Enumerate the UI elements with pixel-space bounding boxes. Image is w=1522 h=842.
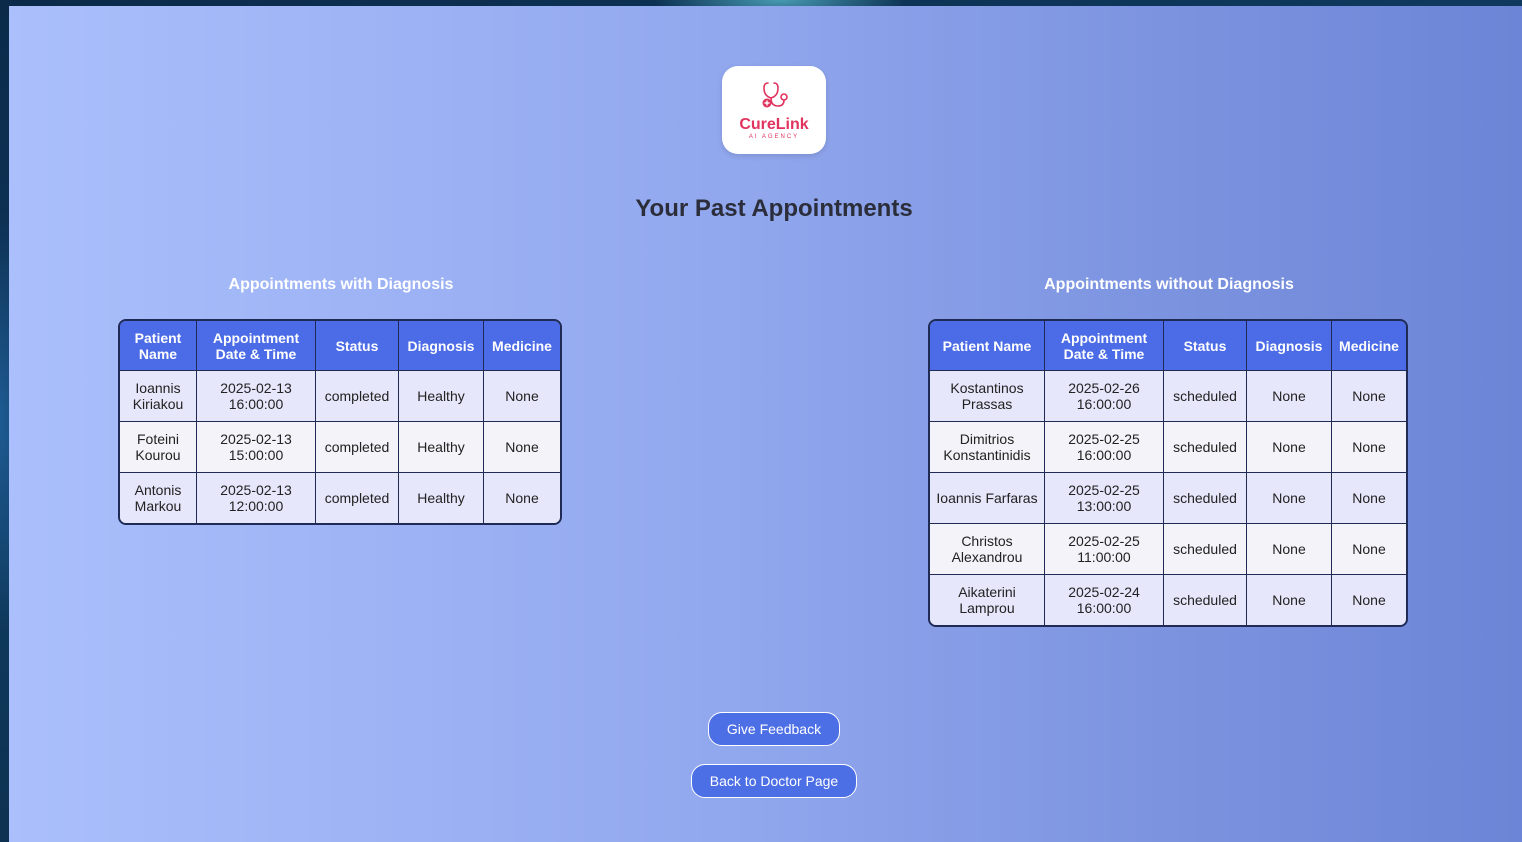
cell-patient-name: Ioannis Farfaras [930,473,1045,524]
cell-medicine: None [484,371,560,422]
table-row: Antonis Markou 2025-02-13 12:00:00 compl… [120,473,560,523]
cell-status: scheduled [1164,524,1247,575]
section-title-without-diagnosis: Appointments without Diagnosis [1044,276,1294,293]
table-row: Kostantinos Prassas 2025-02-26 16:00:00 … [930,371,1406,422]
cell-patient-name: Christos Alexandrou [930,524,1045,575]
cell-status: scheduled [1164,422,1247,473]
page-container: CureLink AI AGENCY Your Past Appointment… [9,6,1522,842]
table-without-diagnosis: Patient Name Appointment Date & Time Sta… [928,319,1408,627]
cell-medicine: None [1332,371,1406,422]
table-row: Aikaterini Lamprou 2025-02-24 16:00:00 s… [930,575,1406,625]
cell-appointment-date-time: 2025-02-13 12:00:00 [197,473,316,523]
table-row: Ioannis Farfaras 2025-02-25 13:00:00 sch… [930,473,1406,524]
cell-medicine: None [1332,473,1406,524]
curelink-logo: CureLink AI AGENCY [722,66,826,154]
column-header-status: Status [1164,321,1247,371]
cell-status: scheduled [1164,575,1247,625]
table-header-row: Patient Name Appointment Date & Time Sta… [930,321,1406,371]
stethoscope-icon [762,82,788,108]
cell-patient-name: Dimitrios Konstantinidis [930,422,1045,473]
table-row: Christos Alexandrou 2025-02-25 11:00:00 … [930,524,1406,575]
cell-patient-name: Foteini Kourou [120,422,197,473]
table-row: Dimitrios Konstantinidis 2025-02-25 16:0… [930,422,1406,473]
cell-patient-name: Kostantinos Prassas [930,371,1045,422]
cell-diagnosis: None [1247,524,1332,575]
column-header-diagnosis: Diagnosis [399,321,484,371]
section-title-with-diagnosis: Appointments with Diagnosis [228,276,454,293]
column-header-appointment-date-time: Appointment Date & Time [1045,321,1164,371]
cell-medicine: None [484,473,560,523]
logo-name: CureLink [739,116,809,133]
column-header-appointment-date-time: Appointment Date & Time [197,321,316,371]
cell-diagnosis: Healthy [399,473,484,523]
give-feedback-button[interactable]: Give Feedback [708,712,840,746]
cell-patient-name: Aikaterini Lamprou [930,575,1045,625]
cell-appointment-date-time: 2025-02-25 13:00:00 [1045,473,1164,524]
cell-diagnosis: Healthy [399,422,484,473]
cell-diagnosis: None [1247,371,1332,422]
table-row: Ioannis Kiriakou 2025-02-13 16:00:00 com… [120,371,560,422]
cell-medicine: None [1332,422,1406,473]
cell-patient-name: Antonis Markou [120,473,197,523]
cell-medicine: None [1332,524,1406,575]
cell-status: completed [316,473,399,523]
cell-diagnosis: None [1247,575,1332,625]
cell-diagnosis: None [1247,473,1332,524]
logo-tagline: AI AGENCY [748,134,800,140]
cell-appointment-date-time: 2025-02-13 15:00:00 [197,422,316,473]
table-header-row: Patient Name Appointment Date & Time Sta… [120,321,560,371]
column-header-diagnosis: Diagnosis [1247,321,1332,371]
cell-appointment-date-time: 2025-02-25 16:00:00 [1045,422,1164,473]
cell-status: scheduled [1164,371,1247,422]
column-header-status: Status [316,321,399,371]
cell-medicine: None [1332,575,1406,625]
cell-diagnosis: Healthy [399,371,484,422]
back-to-doctor-page-button[interactable]: Back to Doctor Page [691,764,857,798]
page-title: Your Past Appointments [635,195,913,222]
column-header-patient-name: Patient Name [930,321,1045,371]
table-row: Foteini Kourou 2025-02-13 15:00:00 compl… [120,422,560,473]
cell-appointment-date-time: 2025-02-13 16:00:00 [197,371,316,422]
cell-patient-name: Ioannis Kiriakou [120,371,197,422]
cell-diagnosis: None [1247,422,1332,473]
table-with-diagnosis: Patient Name Appointment Date & Time Sta… [118,319,562,525]
cell-appointment-date-time: 2025-02-24 16:00:00 [1045,575,1164,625]
cell-appointment-date-time: 2025-02-26 16:00:00 [1045,371,1164,422]
cell-medicine: None [484,422,560,473]
column-header-medicine: Medicine [1332,321,1406,371]
cell-status: completed [316,422,399,473]
column-header-medicine: Medicine [484,321,560,371]
cell-appointment-date-time: 2025-02-25 11:00:00 [1045,524,1164,575]
cell-status: scheduled [1164,473,1247,524]
column-header-patient-name: Patient Name [120,321,197,371]
cell-status: completed [316,371,399,422]
